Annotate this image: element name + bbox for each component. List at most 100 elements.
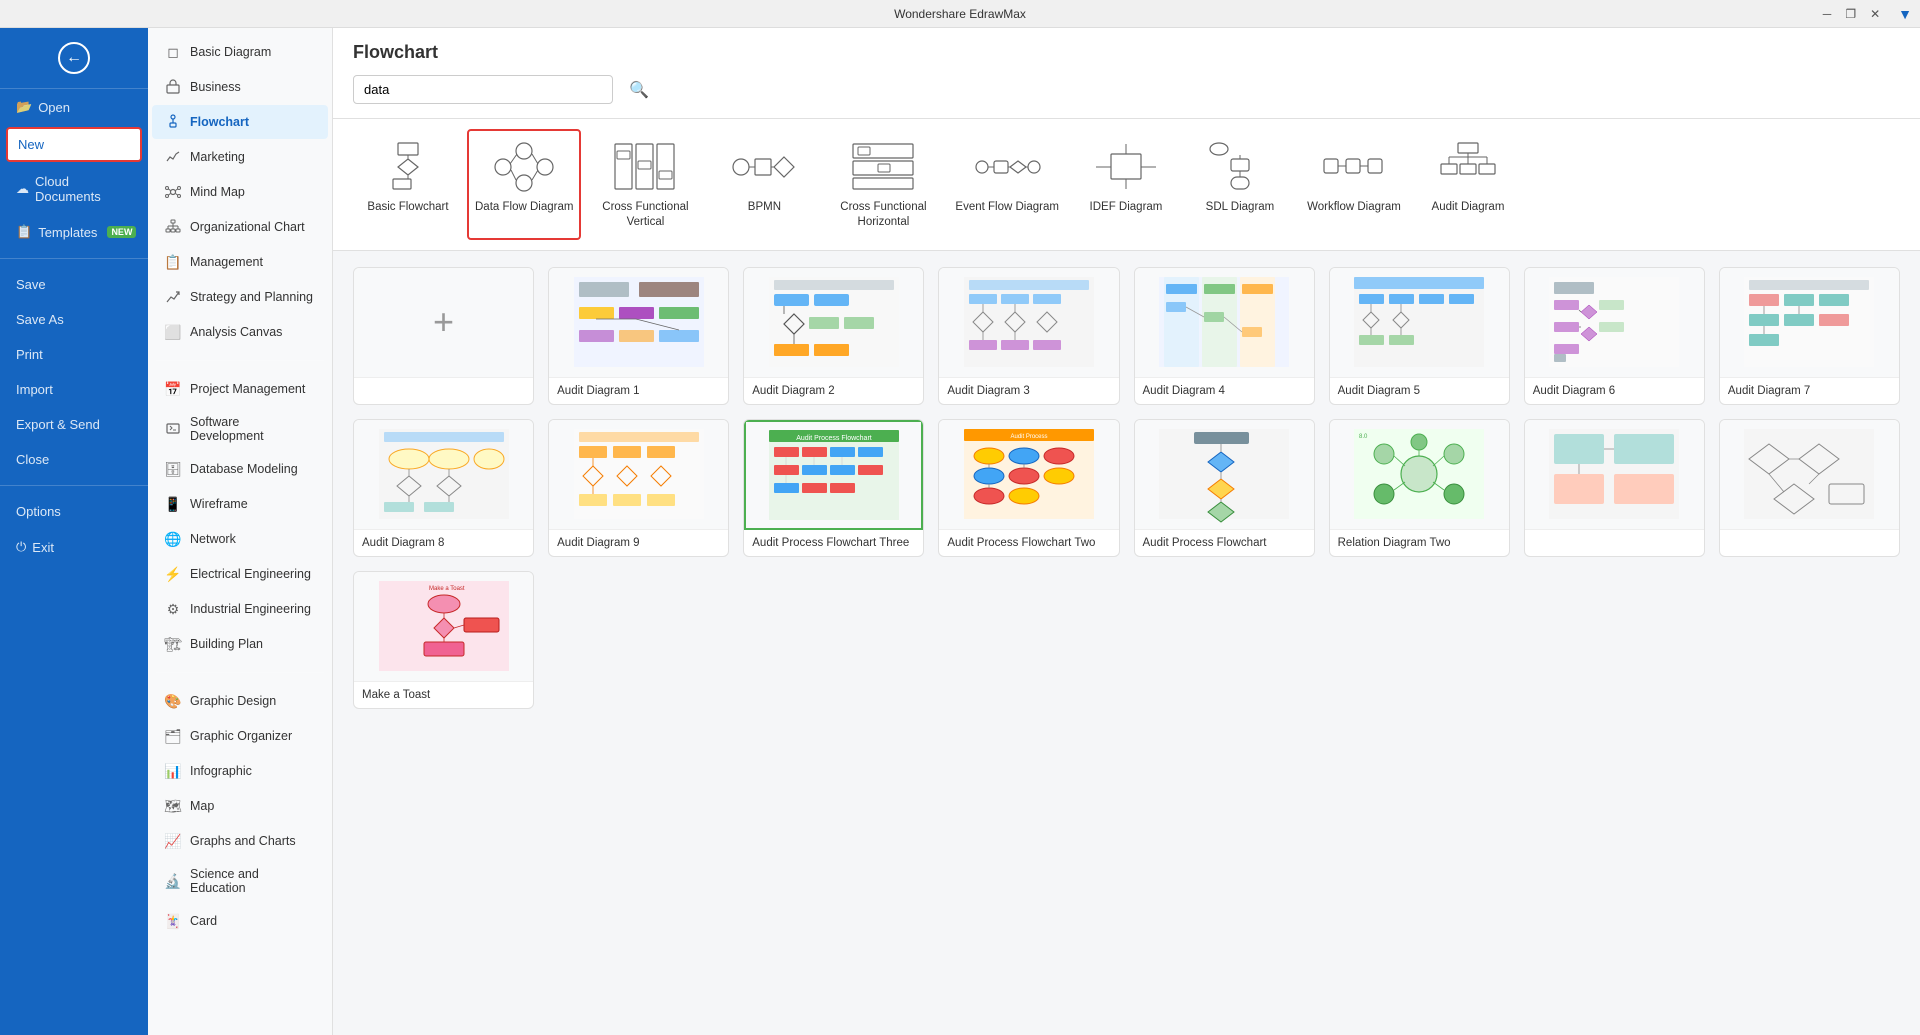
nav-item-flowchart[interactable]: Flowchart (152, 105, 328, 139)
template-audit-3[interactable]: Audit Diagram 3 (938, 267, 1119, 405)
nav-item-science[interactable]: 🔬 Science and Education (152, 859, 328, 903)
template-audit-1[interactable]: Audit Diagram 1 (548, 267, 729, 405)
building-icon: 🏗 (164, 635, 182, 653)
nav-item-industrial[interactable]: ⚙ Industrial Engineering (152, 592, 328, 626)
sidebar-templates[interactable]: 📋 Templates NEW (0, 214, 148, 250)
restore-button[interactable]: ❐ (1841, 7, 1860, 21)
type-workflow[interactable]: Workflow Diagram (1299, 129, 1409, 240)
template-label-audit-9: Audit Diagram 9 (549, 530, 728, 556)
nav-item-graphs[interactable]: 📈 Graphs and Charts (152, 824, 328, 858)
notification-icon: ▼ (1898, 6, 1912, 22)
template-audit-8[interactable]: Audit Diagram 8 (353, 419, 534, 557)
nav-label-flowchart: Flowchart (190, 115, 249, 129)
template-partial-2[interactable] (1719, 419, 1900, 557)
sidebar-options[interactable]: Options (0, 494, 148, 529)
nav-item-wireframe[interactable]: 📱 Wireframe (152, 487, 328, 521)
cloud-icon: ☁ (16, 181, 29, 197)
type-basic-flowchart[interactable]: Basic Flowchart (353, 129, 463, 240)
type-label-audit: Audit Diagram (1432, 200, 1505, 215)
sidebar-cloud[interactable]: ☁ Cloud Documents (0, 164, 148, 214)
nav-item-graphic-design[interactable]: 🎨 Graphic Design (152, 684, 328, 718)
template-label-audit-process: Audit Process Flowchart (1135, 530, 1314, 556)
sidebar-logo[interactable]: ← (0, 28, 148, 89)
sidebar-import[interactable]: Import (0, 372, 148, 407)
basic-flowchart-icon (373, 139, 443, 194)
minimize-button[interactable]: ─ (1819, 7, 1836, 21)
sidebar-print-label: Print (16, 347, 43, 362)
template-audit-process[interactable]: Audit Process Flowchart (1134, 419, 1315, 557)
sidebar-open[interactable]: 📂 Open (0, 89, 148, 125)
nav-item-card[interactable]: 🃏 Card (152, 904, 328, 938)
nav-item-building[interactable]: 🏗 Building Plan (152, 627, 328, 661)
nav-item-network[interactable]: 🌐 Network (152, 522, 328, 556)
type-sdl[interactable]: SDL Diagram (1185, 129, 1295, 240)
event-flow-icon (972, 139, 1042, 194)
network-icon: 🌐 (164, 530, 182, 548)
type-cross-functional-vertical[interactable]: Cross Functional Vertical (585, 129, 705, 240)
nav-item-marketing[interactable]: Marketing (152, 140, 328, 174)
add-new-template[interactable]: + (353, 267, 534, 405)
nav-item-org-chart[interactable]: Organizational Chart (152, 210, 328, 244)
nav-label-building: Building Plan (190, 637, 263, 651)
category-nav: ◻ Basic Diagram Business Flowchart Marke… (148, 28, 333, 1035)
template-audit-5[interactable]: Audit Diagram 5 (1329, 267, 1510, 405)
map-icon: 🗺 (164, 797, 182, 815)
type-cross-functional-horizontal[interactable]: Cross Functional Horizontal (823, 129, 943, 240)
template-label-audit-5: Audit Diagram 5 (1330, 378, 1509, 404)
template-audit-2[interactable]: Audit Diagram 2 (743, 267, 924, 405)
nav-label-graphs: Graphs and Charts (190, 834, 296, 848)
nav-item-basic-diagram[interactable]: ◻ Basic Diagram (152, 35, 328, 69)
search-bar: 🔍 (353, 75, 1900, 104)
nav-item-business[interactable]: Business (152, 70, 328, 104)
sidebar-print[interactable]: Print (0, 337, 148, 372)
template-label-audit-7: Audit Diagram 7 (1720, 378, 1899, 404)
close-button[interactable]: ✕ (1866, 7, 1884, 21)
nav-label-industrial: Industrial Engineering (190, 602, 311, 616)
nav-item-management[interactable]: 📋 Management (152, 245, 328, 279)
nav-item-graphic-organizer[interactable]: 🗂 Graphic Organizer (152, 719, 328, 753)
back-button[interactable]: ← (58, 42, 90, 74)
search-button[interactable]: 🔍 (621, 76, 657, 104)
type-audit[interactable]: Audit Diagram (1413, 129, 1523, 240)
software-dev-icon (164, 420, 182, 438)
sidebar-save-as[interactable]: Save As (0, 302, 148, 337)
nav-section-1: ◻ Basic Diagram Business Flowchart Marke… (148, 28, 332, 356)
type-idef[interactable]: IDEF Diagram (1071, 129, 1181, 240)
flowchart-icon (164, 113, 182, 131)
basic-diagram-icon: ◻ (164, 43, 182, 61)
divider-1 (0, 258, 148, 259)
nav-item-strategy[interactable]: Strategy and Planning (152, 280, 328, 314)
template-relation-two[interactable]: 8.0 Relation Diagram Two (1329, 419, 1510, 557)
sidebar-close[interactable]: Close (0, 442, 148, 477)
search-input[interactable] (353, 75, 613, 104)
main-header: Flowchart 🔍 (333, 28, 1920, 119)
template-make-toast[interactable]: Make a Toast Make a Toast (353, 571, 534, 709)
type-data-flow[interactable]: Data Flow Diagram (467, 129, 581, 240)
sidebar-save[interactable]: Save (0, 267, 148, 302)
template-audit-6[interactable]: Audit Diagram 6 (1524, 267, 1705, 405)
sidebar-export[interactable]: Export & Send (0, 407, 148, 442)
type-event-flow[interactable]: Event Flow Diagram (947, 129, 1067, 240)
nav-item-map[interactable]: 🗺 Map (152, 789, 328, 823)
nav-item-electrical[interactable]: ⚡ Electrical Engineering (152, 557, 328, 591)
template-audit-9[interactable]: Audit Diagram 9 (548, 419, 729, 557)
type-bpmn[interactable]: BPMN (709, 129, 819, 240)
nav-item-infographic[interactable]: 📊 Infographic (152, 754, 328, 788)
nav-item-mind-map[interactable]: Mind Map (152, 175, 328, 209)
template-audit-process-two[interactable]: Audit Process Audit Process Flowchart Tw… (938, 419, 1119, 557)
analysis-icon: ⬜ (164, 323, 182, 341)
sidebar-new[interactable]: New (6, 127, 142, 162)
template-audit-4[interactable]: Audit Diagram 4 (1134, 267, 1315, 405)
sidebar-close-label: Close (16, 452, 49, 467)
template-audit-7[interactable]: Audit Diagram 7 (1719, 267, 1900, 405)
nav-item-project-mgmt[interactable]: 📅 Project Management (152, 372, 328, 406)
nav-item-software-dev[interactable]: Software Development (152, 407, 328, 451)
sidebar-exit-label: Exit (32, 540, 54, 555)
sidebar-export-label: Export & Send (16, 417, 100, 432)
sidebar-exit[interactable]: ⏻ Exit (0, 529, 148, 565)
template-partial-1[interactable] (1524, 419, 1705, 557)
nav-item-database[interactable]: 🗄 Database Modeling (152, 452, 328, 486)
template-audit-process-three[interactable]: Audit Process Flowchart (743, 419, 924, 557)
template-label-audit-1: Audit Diagram 1 (549, 378, 728, 404)
nav-item-analysis[interactable]: ⬜ Analysis Canvas (152, 315, 328, 349)
